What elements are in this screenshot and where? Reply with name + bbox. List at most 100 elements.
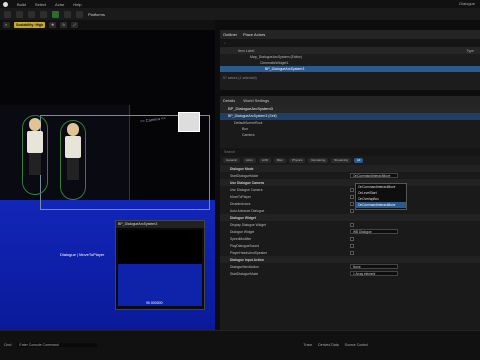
stop-button[interactable] bbox=[76, 10, 83, 18]
tab-details[interactable]: Details bbox=[223, 98, 235, 103]
viewport-menu-button[interactable]: ≡ bbox=[3, 22, 10, 28]
property-checkbox[interactable] bbox=[350, 222, 354, 227]
platforms-button[interactable]: Platforms bbox=[88, 12, 105, 17]
start-mode-dropdown-list: OnCommandInteractMove OnLevelStart OnOve… bbox=[355, 183, 407, 210]
filter-tabs: General Actor LOD Misc Physics Rendering… bbox=[220, 156, 480, 165]
property-checkbox[interactable] bbox=[350, 201, 354, 206]
property-row: StartDialogueMode 1 Array element bbox=[220, 270, 480, 277]
property-category[interactable]: Dialogue Mode bbox=[220, 165, 480, 172]
property-label: StartDialogueMode bbox=[230, 271, 259, 276]
outliner-panel: Outliner Place Actors ⌕ Item Label Type Ma… bbox=[220, 30, 480, 90]
property-category[interactable]: Dialogue Widget bbox=[220, 214, 480, 221]
property-row: DialogueNextAction None bbox=[220, 263, 480, 270]
menu-help[interactable]: Help bbox=[73, 2, 81, 7]
property-checkbox[interactable] bbox=[350, 208, 354, 213]
property-row: PlayDialogueSound bbox=[220, 242, 480, 249]
property-dropdown[interactable]: OnCommandInteractMove bbox=[350, 173, 398, 178]
filter-tab[interactable]: LOD bbox=[258, 158, 271, 163]
mode-icon[interactable] bbox=[16, 10, 23, 18]
menu-build[interactable]: Build bbox=[17, 2, 26, 7]
filter-tab[interactable]: Streaming bbox=[331, 158, 351, 163]
property-label: Display Dialogue Widget bbox=[230, 222, 266, 227]
save-icon[interactable] bbox=[4, 10, 11, 18]
camera-preview: BP_DialogueArcSystem3 90.000000 bbox=[115, 220, 205, 310]
component-item[interactable]: Camera bbox=[220, 132, 480, 138]
menu-actor[interactable]: Actor bbox=[55, 2, 64, 7]
property-label: MoveToPlayer bbox=[230, 194, 251, 199]
add-content-icon[interactable] bbox=[28, 10, 35, 18]
details-panel: Details World Settings BP_DialogueArcSyst… bbox=[220, 96, 480, 330]
window-title: Dialogue bbox=[459, 1, 475, 6]
outliner-search-input[interactable]: ⌕ bbox=[220, 39, 480, 47]
preview-scene bbox=[118, 230, 202, 306]
move-tool-icon[interactable]: ✥ bbox=[49, 22, 57, 28]
property-list: Dialogue Mode StartDialogueMode OnCommandI… bbox=[220, 165, 480, 277]
actor-count: 57 actors (1 selected) bbox=[223, 76, 257, 80]
source-control-button[interactable]: Source Control bbox=[345, 343, 368, 347]
property-label: PlayDialogueSound bbox=[230, 243, 259, 248]
outliner-column-header: Item Label Type bbox=[220, 47, 480, 54]
menu-select[interactable]: Select bbox=[35, 2, 46, 7]
property-label: PlayerHeadsAndSpeaker bbox=[230, 250, 268, 255]
property-checkbox[interactable] bbox=[350, 250, 354, 255]
cmd-button[interactable]: Cmd bbox=[4, 343, 11, 347]
dropdown-option-highlighted[interactable]: OnCommandInteractMove bbox=[356, 202, 406, 208]
property-checkbox[interactable] bbox=[350, 236, 354, 241]
component-self[interactable]: BP_DialogueArcSystem3 (Self) bbox=[220, 113, 480, 120]
filter-tab[interactable]: General bbox=[223, 158, 240, 163]
property-label: Dialogue Input Action bbox=[230, 257, 264, 262]
scalability-chip[interactable]: Scalability: High bbox=[14, 22, 46, 28]
main-toolbar: Platforms bbox=[0, 8, 480, 20]
character-mesh bbox=[64, 123, 82, 183]
status-row: Cmd Enter Console Command Trace Derived … bbox=[0, 340, 480, 349]
property-label: SpeedModifier bbox=[230, 236, 252, 241]
property-label: Use Dialogue Camera bbox=[230, 187, 263, 192]
property-row: PlayerHeadsAndSpeaker bbox=[220, 249, 480, 256]
property-checkbox[interactable] bbox=[350, 243, 354, 248]
filter-tab-all[interactable]: All bbox=[353, 158, 364, 163]
blueprint-icon[interactable] bbox=[40, 10, 47, 18]
property-dropdown[interactable]: None bbox=[350, 264, 398, 269]
blueprint-name: BP_DialogueArcSystem3 bbox=[220, 105, 480, 113]
property-category[interactable]: Dialogue Input Action bbox=[220, 256, 480, 263]
camera-actor-icon[interactable] bbox=[178, 112, 200, 132]
filter-tab[interactable]: Actor bbox=[242, 158, 256, 163]
console-input[interactable]: Enter Console Command bbox=[17, 342, 98, 347]
unreal-logo-icon[interactable] bbox=[3, 1, 8, 7]
trace-button[interactable]: Trace bbox=[303, 343, 312, 347]
pause-button[interactable] bbox=[64, 10, 71, 18]
property-label: Auto Advance Dialogue bbox=[230, 208, 265, 213]
filter-tab[interactable]: Rendering bbox=[308, 158, 329, 163]
details-search-input[interactable]: Search bbox=[220, 148, 480, 156]
actor-label: Dialogue | MoveToPlayer bbox=[60, 252, 105, 257]
property-label: Dialogue Mode bbox=[230, 166, 254, 171]
property-checkbox[interactable] bbox=[350, 187, 354, 192]
property-checkbox[interactable] bbox=[350, 194, 354, 199]
scale-tool-icon[interactable]: ⤢ bbox=[71, 22, 79, 28]
derived-data-button[interactable]: Derived Data bbox=[318, 343, 338, 347]
property-dropdown[interactable]: WB Dialogue bbox=[350, 229, 398, 234]
property-row: MoveToPlayer bbox=[220, 193, 480, 200]
property-label: StartDialogueMode bbox=[230, 173, 259, 178]
property-row: SpeedModifier bbox=[220, 235, 480, 242]
viewport-toolbar: ≡ Scalability: High ✥ ↻ ⤢ bbox=[0, 20, 215, 30]
tree-row-selected[interactable]: BP_DialogueArcSystem3 bbox=[220, 66, 480, 72]
rotate-tool-icon[interactable]: ↻ bbox=[60, 22, 68, 28]
property-row: DisableActors bbox=[220, 200, 480, 207]
property-row: Use Dialogue Camera bbox=[220, 186, 480, 193]
property-row: StartDialogueMode OnCommandInteractMove bbox=[220, 172, 480, 179]
filter-tab[interactable]: Physics bbox=[289, 158, 306, 163]
tab-place-actors[interactable]: Place Actors bbox=[243, 32, 265, 37]
property-category[interactable]: Use Dialogue Camera bbox=[220, 179, 480, 186]
property-label: Dialogue Widget bbox=[230, 229, 255, 234]
tab-world-settings[interactable]: World Settings bbox=[243, 98, 269, 103]
tab-outliner[interactable]: Outliner bbox=[223, 32, 237, 37]
property-label: Use Dialogue Camera bbox=[230, 180, 264, 185]
property-row: Display Dialogue Widget bbox=[220, 221, 480, 228]
preview-value: 90.000000 bbox=[146, 301, 163, 305]
filter-tab[interactable]: Misc bbox=[273, 158, 287, 163]
menu-bar: Build Select Actor Help bbox=[0, 0, 480, 8]
property-label: DialogueNextAction bbox=[230, 264, 259, 269]
property-dropdown[interactable]: 1 Array element bbox=[350, 271, 398, 276]
play-button[interactable] bbox=[52, 10, 59, 18]
